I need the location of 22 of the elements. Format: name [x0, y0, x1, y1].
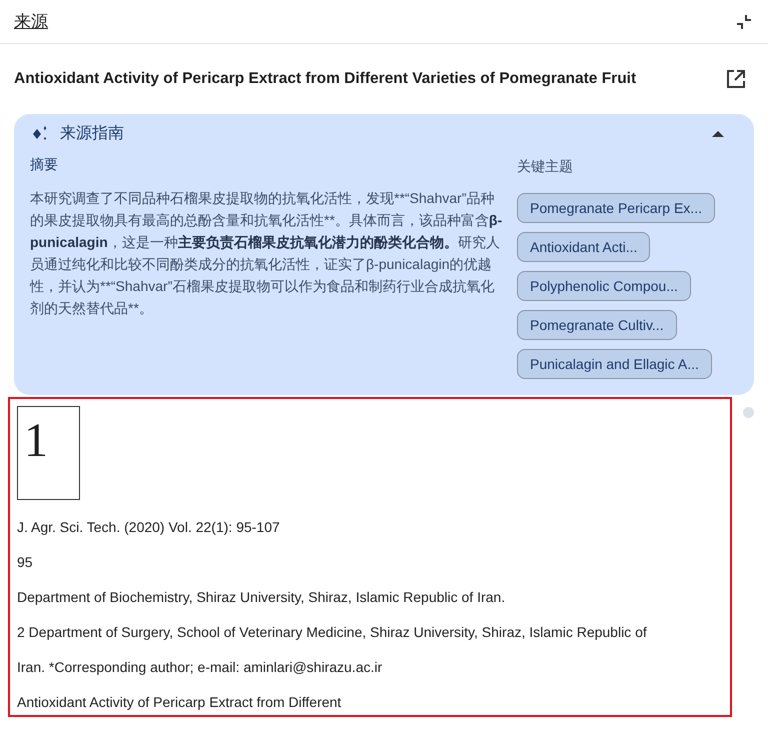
- topic-chip[interactable]: Polyphenolic Compou...: [517, 271, 691, 301]
- topic-chip[interactable]: Antioxidant Acti...: [517, 232, 650, 262]
- topic-chip[interactable]: Punicalagin and Ellagic A...: [517, 349, 712, 379]
- topics-heading: 关键主题: [517, 157, 574, 176]
- summary-text: 本研究调查了不同品种石榴果皮提取物的抗氧化活性，发现**“Shahvar”品种的果皮提取物具有最高的总酚含量和抗氧化活性**。具体而言，该品种富含β-punicalagin，这是一种主要负责石榴果皮抗氧化潜力的酚类化合物。研究人 员通过纯化和比较不同酚类成分的抗氧化活性，证实了β-punicalagin的优越性，并认为**“Shahvar”石榴果皮提取物可以作为食品和制药行业合成抗氧化剂的天然替代品**。: [30, 189, 504, 318]
- document-line: Antioxidant Activity of Pericarp Extract from Different: [17, 693, 342, 711]
- topic-chip[interactable]: Pomegranate Cultiv...: [517, 310, 677, 340]
- collapse-icon[interactable]: [736, 14, 752, 30]
- document-line: 2 Department of Surgery, School of Veterinary Medicine, Shiraz University, Shiraz, Islamic Republic of: [17, 623, 648, 641]
- scrollbar-thumb[interactable]: [743, 407, 754, 418]
- topic-chip[interactable]: Pomegranate Pericarp Ex...: [517, 193, 715, 223]
- panel-title: 来源: [14, 10, 48, 33]
- summary-heading: 摘要: [30, 155, 59, 174]
- source-title: Antioxidant Activity of Pericarp Extract from Different Varieties of Pomegranate Fruit: [14, 69, 636, 90]
- document-line: 95: [17, 553, 34, 571]
- document-line: Iran. *Corresponding author; e-mail: aminlari@shirazu.ac.ir: [17, 658, 384, 676]
- caret-icon[interactable]: [712, 130, 724, 138]
- document-line: Department of Biochemistry, Shiraz University, Shiraz, Islamic Republic of Iran.: [17, 588, 506, 606]
- page-number: 1: [24, 414, 48, 467]
- document-line: J. Agr. Sci. Tech. (2020) Vol. 22(1): 95-107: [17, 518, 281, 536]
- external-link-icon[interactable]: [726, 69, 746, 89]
- guide-title: 来源指南: [60, 124, 124, 144]
